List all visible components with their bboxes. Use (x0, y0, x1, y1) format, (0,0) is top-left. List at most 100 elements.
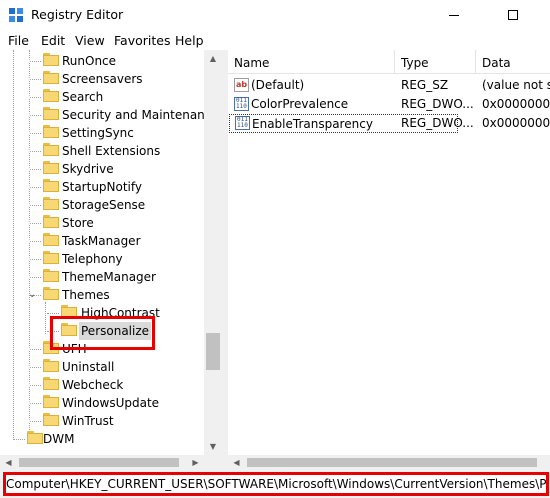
chevron-right-icon[interactable]: › (28, 214, 32, 232)
chevron-right-icon[interactable]: › (28, 250, 32, 268)
values-horizontal-scrollbar[interactable]: ◀ (228, 455, 550, 470)
maximize-icon (508, 10, 518, 20)
tree-item-label: TaskManager (62, 234, 141, 248)
value-data: (value not set) (482, 78, 550, 92)
chevron-right-icon[interactable]: › (28, 376, 32, 394)
tree-item[interactable]: › Webcheck (0, 376, 220, 394)
tree-item-label: WindowsUpdate (62, 396, 160, 410)
tree-horizontal-scrollbar[interactable]: ◀ ▶ (0, 455, 222, 470)
folder-icon (27, 431, 43, 444)
tree-item[interactable]: › Search (0, 88, 220, 106)
value-data: 0x00000000 (0) (482, 97, 550, 111)
scroll-thumb[interactable] (206, 333, 220, 370)
tree-item[interactable]: › TaskManager (0, 232, 220, 250)
registry-tree[interactable]: › RunOnce › Screensavers › Search › Security an… (0, 50, 222, 455)
scroll-left-icon[interactable]: ◀ (0, 455, 17, 470)
tree-item[interactable]: › RunOnce (0, 52, 220, 70)
dword-value-icon: 011 110 (234, 97, 249, 111)
tree-item[interactable]: › StorageSense (0, 196, 220, 214)
column-name-header[interactable]: Name (228, 50, 395, 74)
tree-item-label: Skydrive (62, 162, 114, 176)
chevron-right-icon[interactable]: › (28, 412, 32, 430)
scroll-thumb[interactable] (247, 458, 537, 467)
tree-item-label: Webcheck (62, 378, 124, 392)
menu-edit[interactable]: Edit (41, 33, 65, 48)
tree-item[interactable]: › WinTrust (0, 412, 220, 430)
tree-item[interactable]: DWM (0, 430, 220, 448)
value-row-colorprevalence[interactable]: 011 110 ColorPrevalence REG_DWO... 0x0000… (228, 95, 550, 114)
column-type-header[interactable]: Type (395, 50, 476, 74)
values-list[interactable]: Name Type Data ab (Default) REG_SZ (valu… (228, 50, 550, 455)
menu-bar: File Edit View Favorites Help (0, 30, 550, 50)
tree-item-label: Security and Maintenance (62, 108, 219, 122)
chevron-right-icon[interactable]: › (28, 268, 32, 286)
value-name: ColorPrevalence (251, 97, 349, 111)
tree-item[interactable]: › SettingSync (0, 124, 220, 142)
tree-item[interactable]: › ThemeManager (0, 268, 220, 286)
chevron-right-icon[interactable]: › (28, 394, 32, 412)
folder-icon (43, 53, 59, 66)
menu-view[interactable]: View (75, 33, 105, 48)
tree-item[interactable]: › StartupNotify (0, 178, 220, 196)
menu-help[interactable]: Help (175, 33, 204, 48)
maximize-button[interactable] (490, 0, 536, 30)
chevron-right-icon[interactable]: › (28, 178, 32, 196)
tree-item[interactable]: › Security and Maintenance (0, 106, 220, 124)
chevron-right-icon[interactable]: › (28, 70, 32, 88)
value-row-default[interactable]: ab (Default) REG_SZ (value not set) (228, 76, 550, 95)
tree-item-label: StorageSense (62, 198, 146, 212)
folder-icon (43, 269, 59, 282)
folder-icon (43, 233, 59, 246)
registry-path: Computer\HKEY_CURRENT_USER\SOFTWARE\Micr… (3, 472, 549, 496)
window-title: Registry Editor (31, 7, 124, 22)
highlight-annotation (50, 316, 155, 350)
tree-connector (13, 439, 25, 440)
value-name: (Default) (251, 78, 305, 92)
tree-vertical-scrollbar[interactable]: ▲ ▼ (204, 50, 222, 455)
scroll-thumb[interactable] (19, 458, 179, 467)
chevron-right-icon[interactable]: › (28, 88, 32, 106)
tree-item[interactable]: › Screensavers (0, 70, 220, 88)
tree-item[interactable]: › Store (0, 214, 220, 232)
column-data-header[interactable]: Data (476, 50, 550, 74)
menu-file[interactable]: File (8, 33, 29, 48)
menu-favorites[interactable]: Favorites (114, 33, 170, 48)
folder-icon (43, 161, 59, 174)
folder-icon (43, 125, 59, 138)
chevron-right-icon[interactable]: › (28, 340, 32, 358)
chevron-down-icon[interactable]: ⌄ (28, 286, 36, 304)
scroll-up-icon[interactable]: ▲ (204, 50, 222, 67)
tree-item[interactable]: › Skydrive (0, 160, 220, 178)
chevron-right-icon[interactable]: › (28, 160, 32, 178)
scroll-down-icon[interactable]: ▼ (204, 438, 222, 455)
chevron-right-icon[interactable]: › (28, 196, 32, 214)
chevron-right-icon[interactable]: › (28, 232, 32, 250)
tree-item-label: DWM (43, 432, 75, 446)
registry-icon (9, 8, 23, 22)
chevron-right-icon[interactable]: › (28, 52, 32, 70)
chevron-right-icon[interactable]: › (28, 142, 32, 160)
folder-icon (43, 71, 59, 84)
minimize-button[interactable] (431, 0, 477, 30)
tree-item[interactable]: › Shell Extensions (0, 142, 220, 160)
title-bar: Registry Editor (0, 0, 550, 30)
tree-item[interactable]: › Telephony (0, 250, 220, 268)
tree-item[interactable]: › WindowsUpdate (0, 394, 220, 412)
tree-item[interactable]: ⌄ Themes (0, 286, 220, 304)
folder-icon (43, 359, 59, 372)
chevron-right-icon[interactable]: › (28, 124, 32, 142)
tree-item-label: Store (62, 216, 94, 230)
tree-item-label: StartupNotify (62, 180, 143, 194)
scroll-left-icon[interactable]: ◀ (228, 455, 245, 470)
folder-icon (43, 197, 59, 210)
folder-icon (43, 143, 59, 156)
dword-value-icon: 011 110 (235, 116, 250, 130)
value-row-enabletransparency[interactable]: 011 110 EnableTransparency (229, 114, 458, 133)
chevron-right-icon[interactable]: › (28, 358, 32, 376)
tree-item-label: Screensavers (62, 72, 143, 86)
tree-item-label: Uninstall (62, 360, 115, 374)
folder-icon (43, 395, 59, 408)
chevron-right-icon[interactable]: › (28, 106, 32, 124)
tree-item[interactable]: › Uninstall (0, 358, 220, 376)
scroll-right-icon[interactable]: ▶ (187, 455, 204, 470)
